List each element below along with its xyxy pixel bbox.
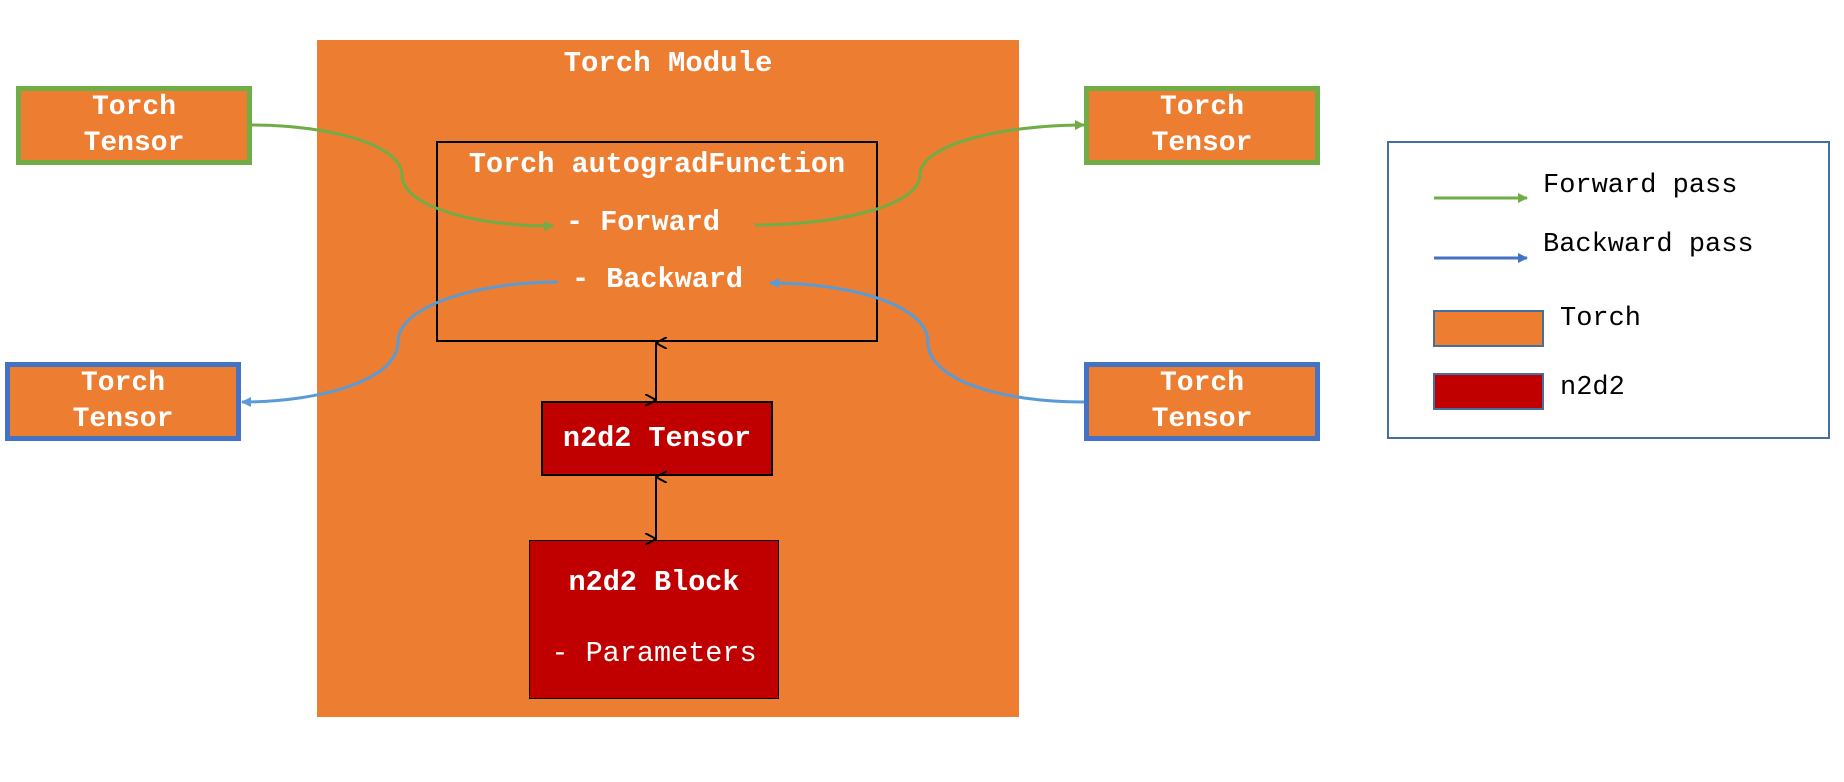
legend-torch-swatch [1433, 310, 1544, 347]
tensor-label-line2: Tensor [1151, 127, 1253, 159]
torch-module-title: Torch Module [563, 47, 773, 80]
tensor-label-line2: Tensor [72, 403, 174, 435]
legend-n2d2-label: n2d2 [1560, 373, 1625, 403]
tensor-label-line1: Torch [91, 91, 176, 123]
torch-tensor-forward-output: Torch Tensor [1084, 86, 1320, 165]
legend-n2d2-swatch [1433, 373, 1544, 410]
tensor-label-line1: Torch [80, 367, 165, 399]
n2d2-block-parameters-label: - Parameters [551, 637, 757, 670]
tensor-label-line2: Tensor [1151, 403, 1253, 435]
tensor-label-line1: Torch [1159, 367, 1244, 399]
torch-tensor-forward-input: Torch Tensor [16, 86, 252, 165]
torch-tensor-backward-input: Torch Tensor [1084, 362, 1320, 441]
autograd-function-title: Torch autogradFunction [468, 148, 846, 181]
tensor-label-line2: Tensor [83, 127, 185, 159]
n2d2-tensor-box: n2d2 Tensor [541, 401, 773, 476]
n2d2-tensor-label: n2d2 Tensor [562, 422, 752, 455]
tensor-label-line1: Torch [1159, 91, 1244, 123]
torch-tensor-backward-output: Torch Tensor [5, 362, 241, 441]
legend-forward-label: Forward pass [1543, 171, 1738, 201]
legend-torch-label: Torch [1560, 304, 1642, 334]
backward-method-label: - Backward [572, 263, 744, 296]
n2d2-block-box [529, 540, 779, 699]
forward-method-label: - Forward [566, 206, 720, 239]
legend-backward-label: Backward pass [1543, 230, 1754, 260]
n2d2-block-title: n2d2 Block [568, 566, 740, 599]
